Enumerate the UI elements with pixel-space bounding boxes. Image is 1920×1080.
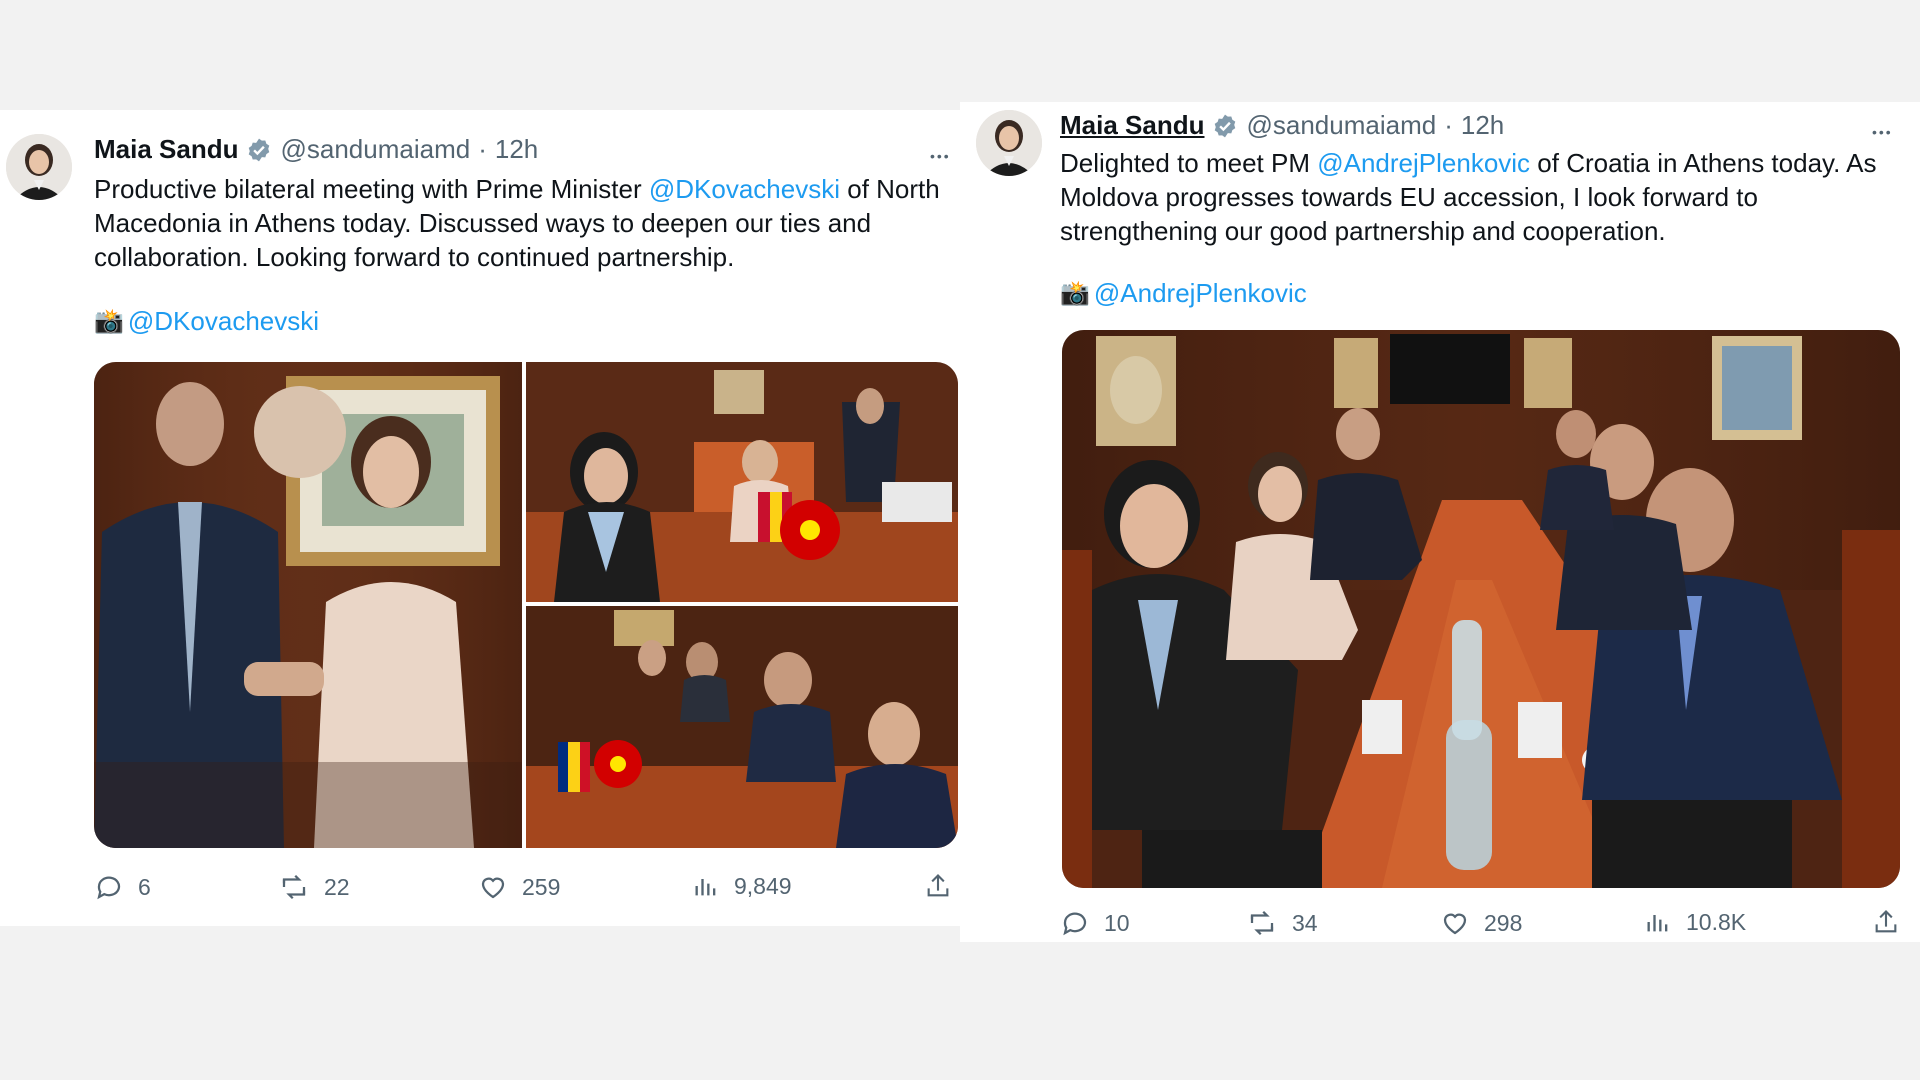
- photo-3: [526, 606, 958, 848]
- tweet-card[interactable]: Maia Sandu @sandumaiamd · 12h ••• Deligh…: [960, 102, 1920, 942]
- reply-button[interactable]: 6: [94, 872, 151, 902]
- avatar[interactable]: [6, 134, 72, 200]
- repost-icon: [282, 874, 306, 900]
- mention-link[interactable]: @AndrejPlenkovic: [1317, 148, 1530, 178]
- reply-count: 10: [1104, 909, 1130, 936]
- author-name[interactable]: Maia Sandu: [94, 134, 238, 165]
- camera-icon: 📸: [94, 308, 124, 335]
- views-count: 9,849: [734, 872, 792, 899]
- reply-icon: [1063, 912, 1087, 936]
- views-chart-icon: [695, 879, 716, 896]
- timestamp[interactable]: 12h: [1461, 110, 1504, 141]
- photo-credit: 📸 @DKovachevski: [94, 306, 319, 337]
- like-button[interactable]: 298: [1440, 908, 1522, 938]
- photo-credit-link[interactable]: @AndrejPlenkovic: [1094, 278, 1307, 309]
- photo-2: [526, 362, 958, 602]
- verified-badge-icon: [1212, 113, 1238, 139]
- photo-1: [94, 362, 522, 848]
- reply-icon: [97, 876, 121, 900]
- camera-icon: 📸: [1060, 280, 1090, 307]
- like-count: 298: [1484, 909, 1523, 936]
- photo-credit-link[interactable]: @DKovachevski: [128, 306, 319, 337]
- repost-button[interactable]: 22: [278, 872, 350, 902]
- separator-dot: ·: [1444, 110, 1453, 140]
- repost-icon: [1250, 910, 1274, 936]
- timestamp[interactable]: 12h: [495, 134, 538, 165]
- like-button[interactable]: 259: [478, 872, 560, 902]
- share-button[interactable]: [1872, 908, 1900, 936]
- share-icon: [1875, 910, 1897, 933]
- media-grid[interactable]: [94, 362, 958, 848]
- media-photo[interactable]: [1062, 330, 1900, 888]
- author-handle[interactable]: @sandumaiamd: [1246, 110, 1436, 141]
- verified-badge-icon: [246, 137, 272, 163]
- heart-icon: [1443, 913, 1467, 935]
- mention-link[interactable]: @DKovachevski: [649, 174, 840, 204]
- like-count: 259: [522, 873, 561, 900]
- more-options-icon[interactable]: •••: [1872, 122, 1893, 142]
- tweet-text-part: Productive bilateral meeting with Prime …: [94, 174, 649, 204]
- author-handle[interactable]: @sandumaiamd: [280, 134, 470, 165]
- share-icon: [927, 874, 949, 897]
- separator-dot: ·: [478, 134, 487, 164]
- photo-credit: 📸 @AndrejPlenkovic: [1060, 278, 1307, 309]
- reply-count: 6: [138, 873, 151, 900]
- more-options-icon[interactable]: •••: [930, 146, 951, 166]
- views-chart-icon: [1647, 915, 1668, 932]
- views-count: 10.8K: [1686, 908, 1747, 935]
- repost-count: 22: [324, 873, 350, 900]
- tweet-card[interactable]: Maia Sandu @sandumaiamd · 12h ••• Produc…: [0, 110, 960, 926]
- author-name[interactable]: Maia Sandu: [1060, 110, 1204, 141]
- tweet-text: Productive bilateral meeting with Prime …: [94, 172, 954, 274]
- repost-count: 34: [1292, 909, 1318, 936]
- heart-icon: [481, 877, 505, 899]
- avatar[interactable]: [976, 110, 1042, 176]
- views-button[interactable]: 10.8K: [1644, 908, 1746, 936]
- repost-button[interactable]: 34: [1246, 908, 1318, 938]
- tweet-text-part: Delighted to meet PM: [1060, 148, 1318, 178]
- share-button[interactable]: [924, 872, 952, 900]
- reply-button[interactable]: 10: [1060, 908, 1130, 938]
- views-button[interactable]: 9,849: [692, 872, 792, 900]
- tweet-text: Delighted to meet PM @AndrejPlenkovic of…: [1060, 146, 1910, 248]
